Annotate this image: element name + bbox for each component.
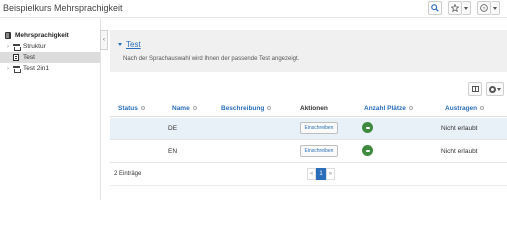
tree-item-label: Test bbox=[23, 54, 35, 61]
col-name[interactable]: Name bbox=[172, 105, 197, 112]
cell-name: EN bbox=[168, 148, 178, 155]
col-anzahl-plaetze[interactable]: Anzahl Plätze bbox=[364, 105, 413, 112]
tree-item-test[interactable]: Test bbox=[0, 52, 100, 63]
sort-icon bbox=[267, 106, 272, 111]
chevron-down-icon bbox=[497, 87, 501, 91]
next-page-button[interactable]: » bbox=[325, 168, 336, 180]
cell-austragen: Nicht erlaubt bbox=[441, 125, 478, 132]
table-footer: 2 Einträge « 1 » bbox=[110, 167, 507, 183]
collapse-sidebar-button[interactable]: ‹ bbox=[100, 30, 108, 50]
page-1-button[interactable]: 1 bbox=[316, 168, 326, 180]
help-dropdown-button[interactable] bbox=[491, 1, 500, 15]
sort-icon bbox=[192, 106, 197, 111]
bookmark-dropdown-button[interactable] bbox=[462, 1, 471, 15]
table-row: EN Einschreiben Nicht erlaubt bbox=[110, 141, 507, 163]
columns-button[interactable] bbox=[468, 82, 482, 96]
table-row: DE Einschreiben Nicht erlaubt bbox=[110, 118, 507, 140]
course-icon bbox=[4, 32, 12, 40]
table-settings-button[interactable] bbox=[486, 82, 504, 96]
tree-item-label: Test 2in1 bbox=[23, 65, 50, 72]
node-title[interactable]: Test bbox=[118, 40, 141, 49]
cell-austragen: Nicht erlaubt bbox=[441, 148, 478, 155]
cell-name: DE bbox=[168, 125, 178, 132]
star-icon bbox=[451, 4, 459, 12]
tree-root[interactable]: Mehrsprachigkeit bbox=[0, 30, 100, 41]
node-info-panel: Test Nach der Sprachauswahl wird Ihnen d… bbox=[110, 30, 507, 72]
structure-icon bbox=[12, 65, 21, 73]
svg-text:?: ? bbox=[483, 6, 486, 12]
available-slots-badge bbox=[362, 122, 373, 133]
sort-icon bbox=[480, 106, 485, 111]
sort-icon bbox=[408, 106, 413, 111]
col-beschreibung[interactable]: Beschreibung bbox=[221, 105, 272, 112]
top-header: Beispielkurs Mehrsprachigkeit ? bbox=[0, 0, 507, 18]
chevron-left-icon: ‹ bbox=[103, 37, 105, 43]
tree-root-label: Mehrsprachigkeit bbox=[15, 32, 69, 39]
chevron-down-icon bbox=[493, 6, 497, 10]
course-title: Beispielkurs Mehrsprachigkeit bbox=[3, 3, 123, 13]
tree-item-test-2in1[interactable]: › Test 2in1 bbox=[0, 63, 100, 74]
search-button[interactable] bbox=[428, 1, 442, 15]
test-icon bbox=[12, 54, 20, 62]
chevron-down-icon bbox=[464, 6, 468, 10]
table-header: Status Name Beschreibung Aktionen Anzahl… bbox=[110, 101, 507, 117]
enroll-button[interactable]: Einschreiben bbox=[300, 122, 338, 134]
pagination: « 1 » bbox=[307, 168, 336, 180]
col-aktionen: Aktionen bbox=[300, 105, 328, 112]
help-button[interactable]: ? bbox=[477, 1, 491, 15]
course-tree: Mehrsprachigkeit › Struktur Test › Test … bbox=[0, 30, 100, 74]
prev-page-button[interactable]: « bbox=[307, 168, 317, 180]
tree-item-label: Struktur bbox=[23, 43, 46, 50]
structure-icon bbox=[12, 43, 21, 51]
col-austragen[interactable]: Austragen bbox=[445, 105, 485, 112]
columns-icon bbox=[471, 86, 479, 92]
available-slots-badge bbox=[362, 145, 373, 156]
node-description: Nach der Sprachauswahl wird Ihnen der pa… bbox=[123, 56, 300, 62]
gear-icon bbox=[489, 85, 496, 93]
chevron-right-icon[interactable]: › bbox=[4, 44, 12, 50]
sort-icon bbox=[140, 106, 145, 111]
help-icon: ? bbox=[480, 4, 488, 12]
chevron-right-icon[interactable]: › bbox=[4, 66, 12, 72]
col-status[interactable]: Status bbox=[118, 105, 145, 112]
tree-item-struktur[interactable]: › Struktur bbox=[0, 41, 100, 52]
search-icon bbox=[431, 4, 439, 12]
divider bbox=[110, 185, 507, 186]
collapse-triangle-icon bbox=[118, 43, 122, 47]
enroll-button[interactable]: Einschreiben bbox=[300, 145, 338, 157]
entries-count: 2 Einträge bbox=[114, 171, 142, 177]
bookmark-button[interactable] bbox=[448, 1, 462, 15]
